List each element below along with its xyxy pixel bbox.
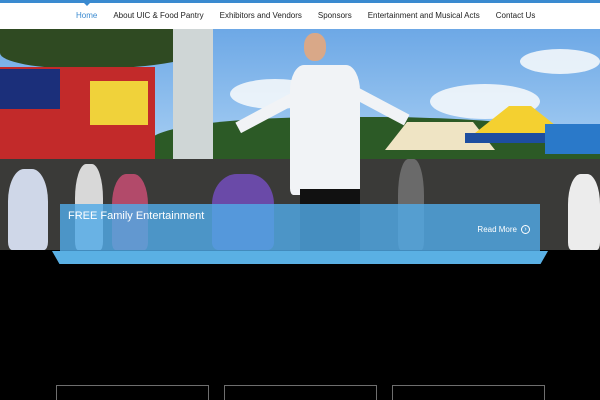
person (8, 169, 48, 250)
feature-box[interactable] (224, 385, 377, 400)
feature-boxes (56, 385, 546, 400)
blue-tent (545, 124, 600, 154)
slide-caption: FREE Family Entertainment Read More › (60, 204, 540, 251)
nav-item-sponsors[interactable]: Sponsors (310, 3, 360, 29)
bounce-house-window (90, 81, 148, 125)
performer-head (304, 33, 326, 61)
slide-caption-title: FREE Family Entertainment (68, 210, 205, 222)
main-navigation: Home About UIC & Food Pantry Exhibitors … (0, 2, 600, 29)
read-more-link[interactable]: Read More › (477, 225, 530, 234)
read-more-label: Read More (477, 225, 517, 234)
cloud (520, 49, 600, 74)
climbing-wall (173, 29, 213, 159)
bounce-house-roof (0, 69, 60, 109)
nav-item-about[interactable]: About UIC & Food Pantry (105, 3, 211, 29)
nav-item-entertainment[interactable]: Entertainment and Musical Acts (360, 3, 488, 29)
person (568, 174, 600, 250)
caption-base-strip (52, 251, 548, 264)
arrow-right-circle-icon: › (521, 225, 530, 234)
nav-item-exhibitors[interactable]: Exhibitors and Vendors (212, 3, 310, 29)
feature-box[interactable] (392, 385, 545, 400)
nav-item-contact[interactable]: Contact Us (488, 3, 544, 29)
nav-item-home[interactable]: Home (68, 2, 105, 29)
performer-lab-coat (290, 65, 360, 195)
feature-box[interactable] (56, 385, 209, 400)
